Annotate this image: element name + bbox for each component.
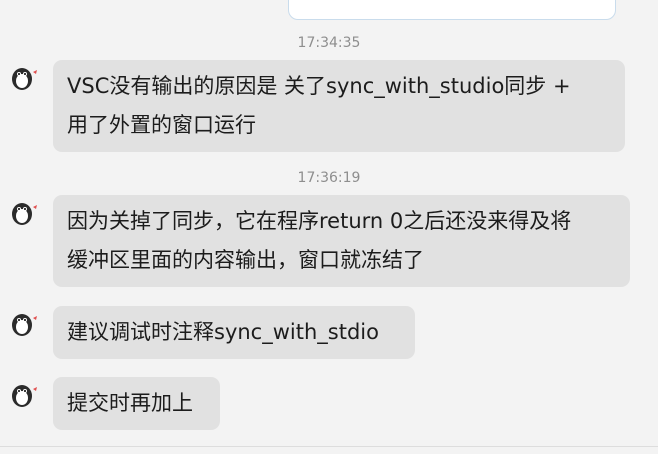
- penguin-avatar-icon[interactable]: [8, 379, 38, 409]
- divider: [0, 446, 658, 447]
- previous-message-bubble: [288, 0, 616, 20]
- timestamp: 17:36:19: [297, 170, 361, 186]
- penguin-avatar-icon[interactable]: [8, 308, 38, 338]
- penguin-avatar-icon[interactable]: [8, 197, 38, 227]
- message-bubble[interactable]: 建议调试时注释sync_with_stdio: [53, 306, 415, 359]
- penguin-avatar-icon[interactable]: [8, 62, 38, 92]
- message-bubble[interactable]: 因为关掉了同步，它在程序return 0之后还没来得及将 缓冲区里面的内容输出，…: [53, 195, 630, 287]
- timestamp: 17:34:35: [297, 35, 361, 51]
- message-bubble[interactable]: VSC没有输出的原因是 关了sync_with_studio同步 + 用了外置的…: [53, 60, 625, 152]
- message-bubble[interactable]: 提交时再加上: [53, 377, 220, 430]
